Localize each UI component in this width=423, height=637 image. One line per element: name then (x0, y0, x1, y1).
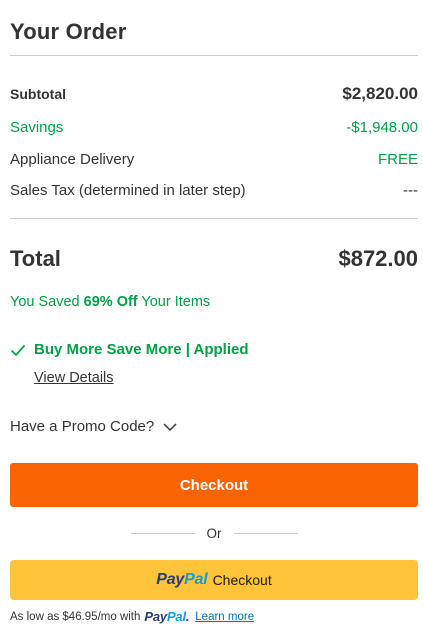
delivery-label: Appliance Delivery (10, 151, 135, 168)
savings-summary-suffix: Your Items (137, 294, 211, 310)
paypal-checkout-label: Checkout (212, 572, 272, 588)
or-line-left (130, 533, 195, 534)
view-details-link[interactable]: View Details (34, 370, 114, 386)
promo-code-label: Have a Promo Code? (10, 418, 155, 435)
page-title: Your Order (10, 19, 127, 44)
savings-value: -$1,948.00 (346, 119, 418, 136)
total-value: $872.00 (338, 246, 418, 271)
promo-code-toggle[interactable]: Have a Promo Code? (10, 418, 178, 435)
savings-summary-prefix: You Saved (10, 294, 84, 310)
tax-value: --- (403, 182, 418, 199)
chevron-down-icon (162, 419, 178, 435)
subtotal-label: Subtotal (10, 86, 66, 102)
savings-summary: You Saved 69% Off Your Items (10, 294, 210, 310)
summary-divider (10, 218, 418, 219)
tax-row: Sales Tax (determined in later step) --- (10, 182, 418, 199)
paypal-logo-small: PayPal. (144, 609, 190, 624)
paypal-financing-note: As low as $46.95/mo with PayPal. Learn m… (10, 609, 254, 624)
subtotal-value: $2,820.00 (342, 84, 418, 103)
or-line-right (233, 533, 298, 534)
savings-percent: 69% Off (83, 294, 138, 310)
or-label: Or (206, 526, 222, 541)
checkout-button[interactable]: Checkout (10, 463, 418, 507)
total-label: Total (10, 246, 61, 271)
total-row: Total $872.00 (10, 246, 418, 272)
promotion-applied-text: Buy More Save More | Applied (34, 341, 249, 358)
learn-more-link[interactable]: Learn more (195, 611, 254, 623)
paypal-logo: PayPal (156, 571, 208, 588)
promotion-applied: Buy More Save More | Applied (10, 341, 249, 358)
financing-text: As low as $46.95/mo with (10, 610, 141, 623)
checkmark-icon (10, 342, 26, 358)
savings-label: Savings (10, 119, 64, 136)
title-divider (10, 55, 418, 56)
or-divider: Or (10, 526, 418, 541)
delivery-row: Appliance Delivery FREE (10, 151, 418, 168)
delivery-value: FREE (377, 151, 418, 168)
savings-row: Savings -$1,948.00 (10, 119, 418, 136)
subtotal-row: Subtotal $2,820.00 (10, 84, 418, 104)
paypal-checkout-button[interactable]: PayPal Checkout (10, 560, 418, 600)
tax-label: Sales Tax (determined in later step) (10, 182, 246, 199)
